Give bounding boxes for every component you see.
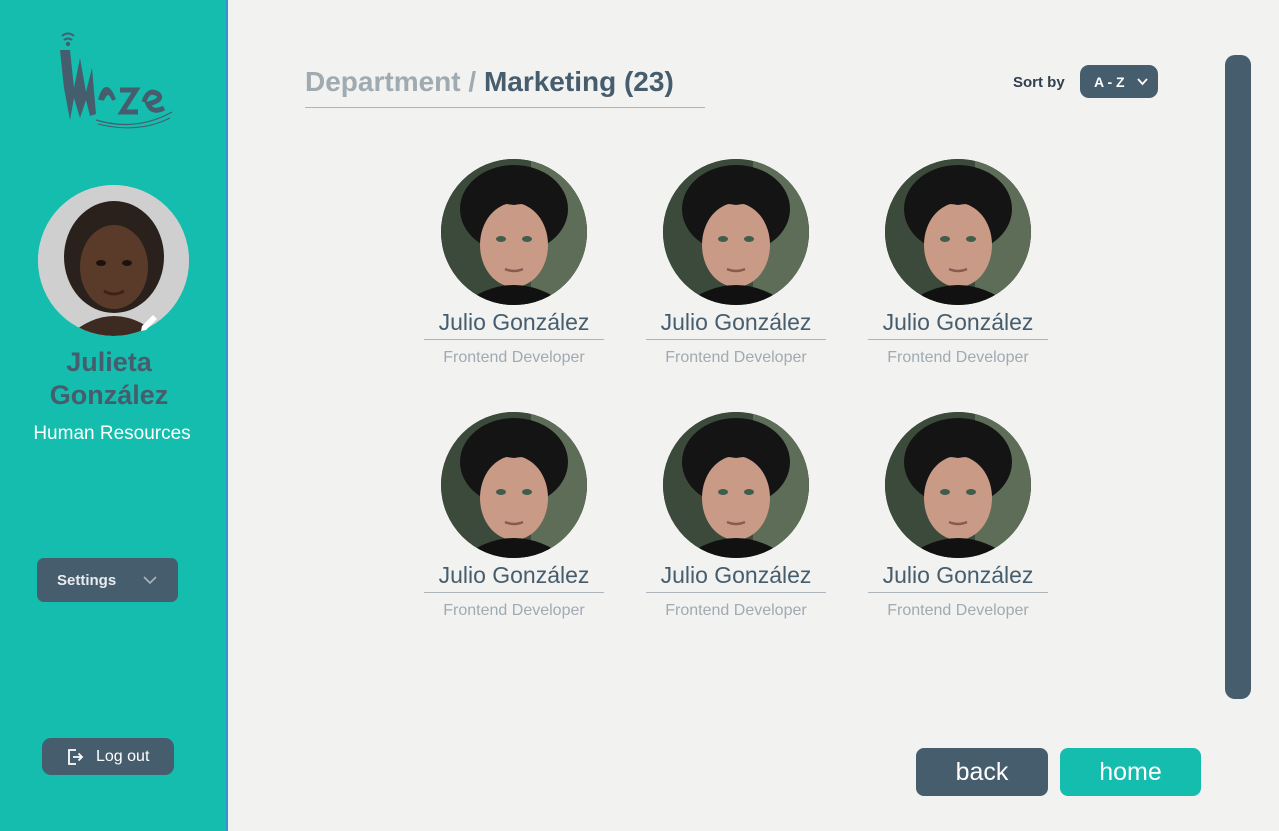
employee-name: Julio González (438, 309, 590, 335)
chevron-down-icon (143, 576, 157, 585)
breadcrumb-separator: / (468, 66, 477, 97)
scrollbar[interactable] (1225, 55, 1251, 699)
employee-name: Julio González (660, 309, 812, 335)
title-divider (305, 107, 705, 108)
sort-value: A - Z (1094, 73, 1125, 90)
chevron-down-icon (1137, 78, 1148, 86)
sort-label: Sort by (1013, 74, 1065, 91)
employee-card[interactable]: Julio González Frontend Developer (646, 159, 826, 379)
employee-name: Julio González (882, 562, 1034, 588)
settings-label: Settings (57, 571, 117, 589)
employee-photo (885, 412, 1031, 558)
back-button[interactable]: back (916, 748, 1048, 796)
breadcrumb-parent[interactable]: Department (305, 66, 461, 97)
employee-card[interactable]: Julio González Frontend Developer (868, 412, 1048, 632)
employee-role: Frontend Developer (887, 602, 1029, 619)
breadcrumb-current: Marketing (483, 66, 617, 97)
logout-icon (68, 748, 84, 765)
home-button[interactable]: home (1060, 748, 1201, 796)
user-first-name: Julieta (66, 347, 152, 377)
employee-name: Julio González (660, 562, 812, 588)
user-name: Julieta González (0, 346, 218, 412)
logout-button[interactable]: Log out (42, 738, 174, 775)
employee-name: Julio González (882, 309, 1034, 335)
user-department: Human Resources (33, 423, 191, 444)
maze-connection-logo (60, 32, 173, 129)
employee-card[interactable]: Julio González Frontend Developer (868, 159, 1048, 379)
employee-photo (663, 159, 809, 305)
employee-role: Frontend Developer (887, 349, 1029, 366)
employee-photo (885, 159, 1031, 305)
employee-divider (424, 339, 604, 340)
user-avatar-image (38, 185, 189, 336)
employee-card[interactable]: Julio González Frontend Developer (424, 412, 604, 632)
employee-role: Frontend Developer (665, 349, 807, 366)
employee-divider (868, 339, 1048, 340)
employee-divider (868, 592, 1048, 593)
employee-role: Frontend Developer (443, 602, 585, 619)
employee-divider (424, 592, 604, 593)
employee-photo (441, 412, 587, 558)
employee-name: Julio González (438, 562, 590, 588)
page-title: Department / Marketing (23) (305, 66, 674, 98)
employee-divider (646, 339, 826, 340)
employee-role: Frontend Developer (665, 602, 807, 619)
user-avatar[interactable] (38, 185, 189, 336)
employee-role: Frontend Developer (443, 349, 585, 366)
employee-count: (23) (623, 66, 674, 97)
employee-photo (663, 412, 809, 558)
employee-card[interactable]: Julio González Frontend Developer (424, 159, 604, 379)
sort-select[interactable]: A - Z (1080, 65, 1158, 98)
employee-card[interactable]: Julio González Frontend Developer (646, 412, 826, 632)
employee-photo (441, 159, 587, 305)
logout-label: Log out (96, 747, 150, 765)
sidebar: Julieta González Human Resources Setting… (0, 0, 228, 831)
employee-divider (646, 592, 826, 593)
edit-pencil-icon[interactable] (138, 312, 160, 334)
user-last-name: González (49, 380, 169, 410)
settings-dropdown[interactable]: Settings (37, 558, 178, 602)
